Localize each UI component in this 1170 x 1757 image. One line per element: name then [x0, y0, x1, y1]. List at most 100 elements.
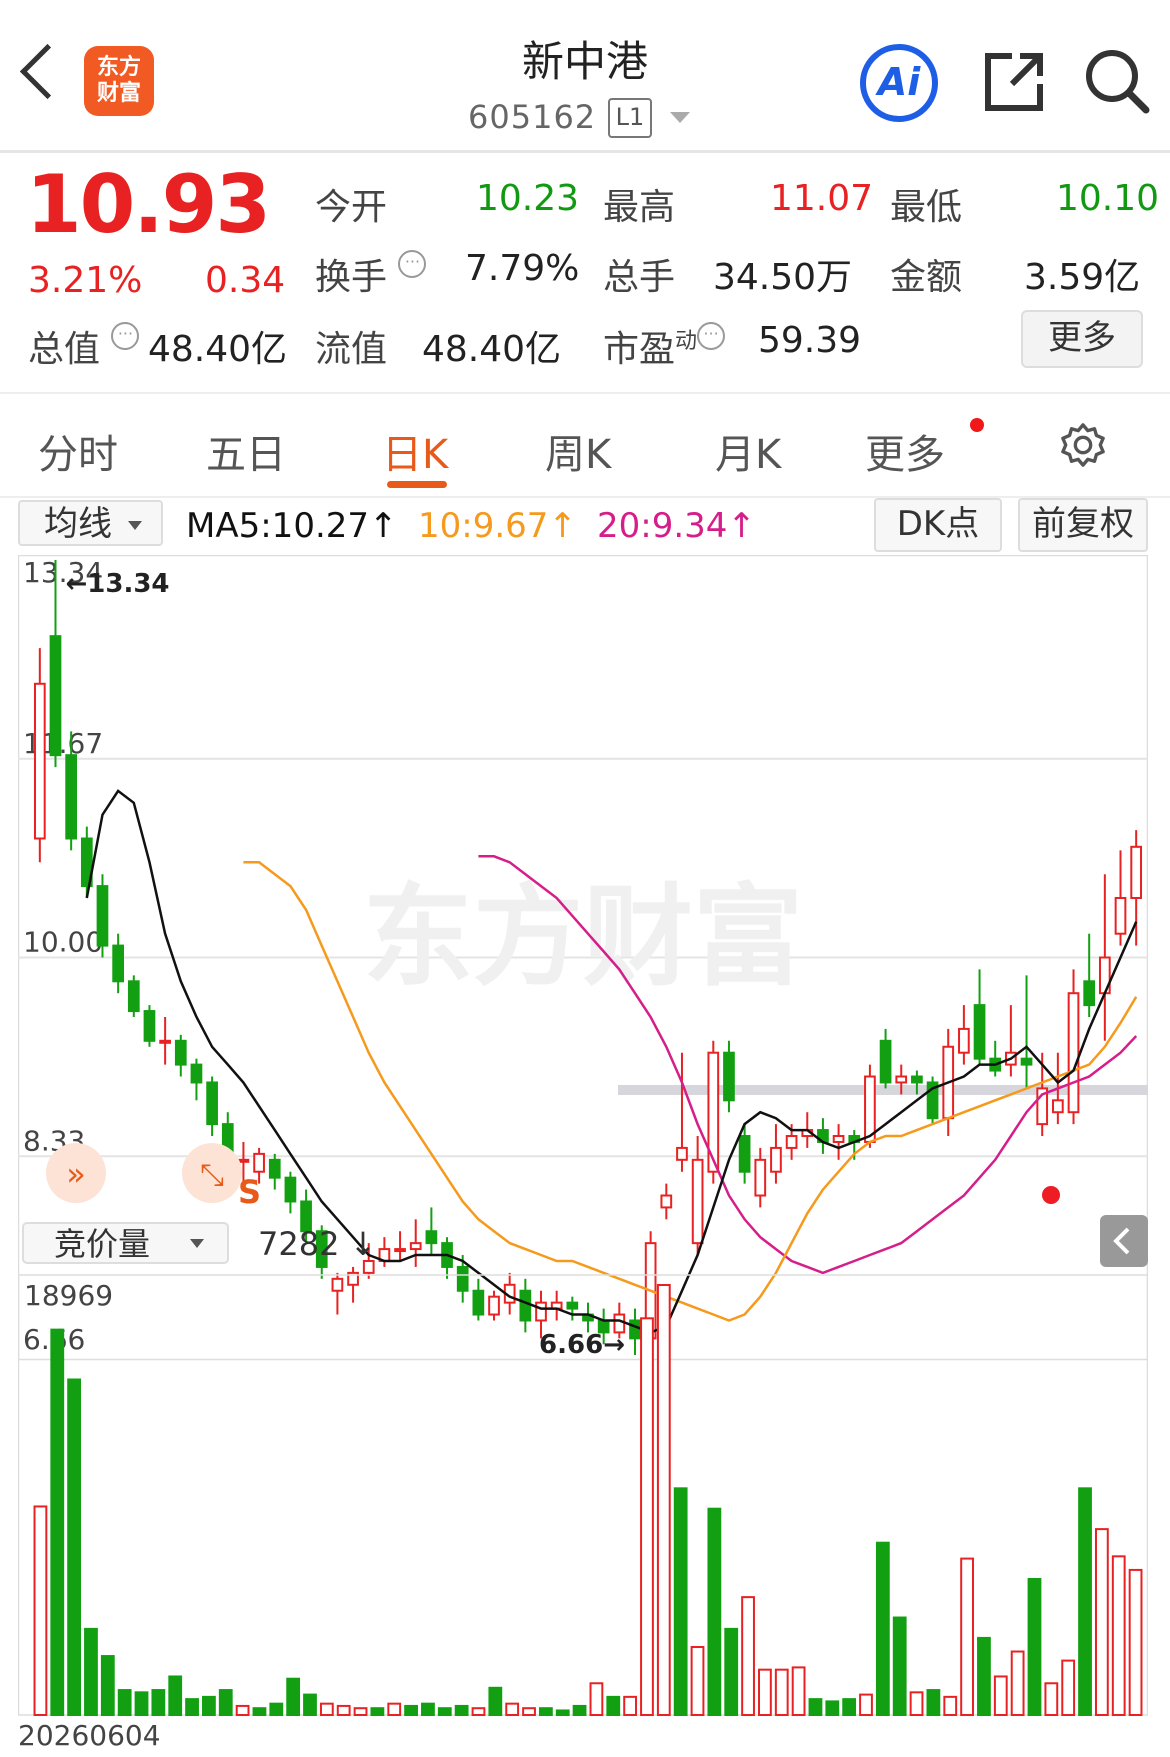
volume-bar: [505, 1702, 520, 1717]
candle-body: [723, 1051, 735, 1102]
collapse-button: [1100, 1215, 1148, 1267]
candle-body: [958, 1027, 970, 1054]
volume-bar: [387, 1702, 402, 1717]
volume-bar: [522, 1707, 536, 1717]
volume-bar: [926, 1689, 941, 1716]
notification-dot: [970, 418, 984, 432]
more-quote-button[interactable]: 更多: [1021, 310, 1143, 368]
price-axis-label: 10.00: [23, 926, 103, 959]
expand-icon: ⤡: [200, 1158, 224, 1193]
candle-body: [691, 1158, 704, 1245]
info-icon: ···: [398, 250, 427, 278]
candle-body: [96, 885, 109, 947]
candle-body: [112, 944, 124, 983]
level-badge: L1: [608, 98, 652, 138]
candle-body: [1067, 992, 1080, 1114]
candle-body: [535, 1301, 547, 1322]
current-price: 10.93: [26, 158, 271, 251]
candle-body: [566, 1301, 579, 1310]
candle-body: [159, 1039, 171, 1044]
max-price-annotation: ←13.34: [65, 569, 169, 599]
fast-forward-icon: »: [66, 1155, 86, 1193]
volume-bar: [269, 1702, 284, 1717]
volume-bar: [336, 1704, 351, 1717]
signal-dot: [1042, 1186, 1060, 1204]
volume-bar: [673, 1487, 688, 1716]
candle-body: [190, 1063, 203, 1084]
pe-label: 市盈动 ···: [603, 320, 726, 372]
volume-bar: [100, 1655, 115, 1717]
candle-body: [1052, 1099, 1064, 1114]
tab-five-day[interactable]: 五日: [206, 422, 286, 480]
volume-bar: [404, 1704, 418, 1717]
candle-body: [127, 980, 140, 1013]
volume-bar: [943, 1695, 958, 1716]
volume-bar: [993, 1675, 1008, 1717]
tab-minute[interactable]: 分时: [38, 422, 118, 480]
candle-body: [1130, 845, 1143, 899]
dk-point-button[interactable]: DK点: [874, 498, 1002, 552]
tab-more[interactable]: 更多: [865, 422, 945, 480]
volume-bar: [1078, 1487, 1092, 1716]
indicator-select[interactable]: 均线: [18, 500, 163, 546]
period-tabs: 分时 五日 日K 周K 月K 更多: [0, 392, 1170, 498]
volume-bar: [319, 1702, 334, 1717]
volume-bar: [1010, 1650, 1025, 1717]
volume-bar: [1044, 1682, 1059, 1717]
float-cap-value: 48.40亿: [422, 329, 562, 370]
volume-bar: [724, 1627, 739, 1717]
volume-bar: [640, 1317, 654, 1716]
volume-bar: [572, 1704, 587, 1717]
tab-day-k[interactable]: 日K: [382, 422, 448, 480]
candle-body: [911, 1075, 923, 1084]
volume-bar: [117, 1689, 132, 1716]
candle-body: [754, 1158, 767, 1197]
volume-bar: [353, 1707, 368, 1717]
volume-bar: [825, 1700, 840, 1716]
volume-bar: [1027, 1577, 1042, 1716]
volume-bar: [488, 1686, 503, 1717]
auction-volume-value: 7282 ↓: [258, 1225, 376, 1263]
share-icon[interactable]: [982, 50, 1046, 114]
candle-body: [49, 635, 62, 757]
float-cap-label: 流值: [315, 329, 388, 370]
volume-bar: [690, 1645, 705, 1716]
volume-bar: [67, 1378, 82, 1716]
volume-bar: [791, 1666, 806, 1716]
gear-icon[interactable]: [1060, 422, 1106, 468]
volume-bar: [454, 1704, 469, 1717]
volume-bar: [252, 1707, 267, 1717]
volume-bar: [859, 1693, 873, 1716]
candle-body: [394, 1248, 406, 1253]
change-percent: 3.21%: [28, 260, 143, 301]
candle-body: [629, 1319, 641, 1340]
candle-body: [174, 1039, 187, 1066]
volume-bar: [892, 1616, 907, 1716]
adjust-price-button[interactable]: 前复权: [1018, 498, 1148, 552]
candle-body: [472, 1289, 485, 1316]
high-label: 最高: [603, 187, 676, 228]
ma20-value: 20:9.34↑: [597, 506, 756, 546]
search-icon[interactable]: [1084, 48, 1152, 116]
volume-bar: [235, 1704, 250, 1717]
volume-bar: [774, 1668, 789, 1716]
volume-bar: [960, 1557, 974, 1717]
tab-month-k[interactable]: 月K: [715, 422, 781, 480]
ma10-value: 10:9.67↑: [418, 506, 577, 546]
volume-bar: [875, 1541, 890, 1717]
stock-dropdown-icon[interactable]: [670, 112, 690, 123]
open-value: 10.23: [476, 178, 580, 219]
candle-body: [409, 1242, 422, 1251]
tab-week-k[interactable]: 周K: [545, 422, 611, 480]
volume-bar: [185, 1698, 199, 1716]
kline-chart[interactable]: 东方财富13.3411.6710.008.336.66←13.346.66→»⤡…: [18, 555, 1148, 1755]
low-label: 最低: [890, 187, 963, 228]
volume-bar: [1061, 1659, 1076, 1717]
volume-bar: [555, 1709, 570, 1717]
ai-assistant-button[interactable]: Ai: [860, 44, 938, 122]
volume-bar: [842, 1698, 857, 1716]
volume-bar: [589, 1682, 604, 1717]
volume-bar: [1094, 1528, 1109, 1717]
volume-bar: [623, 1695, 638, 1716]
candle-body: [973, 1004, 986, 1060]
